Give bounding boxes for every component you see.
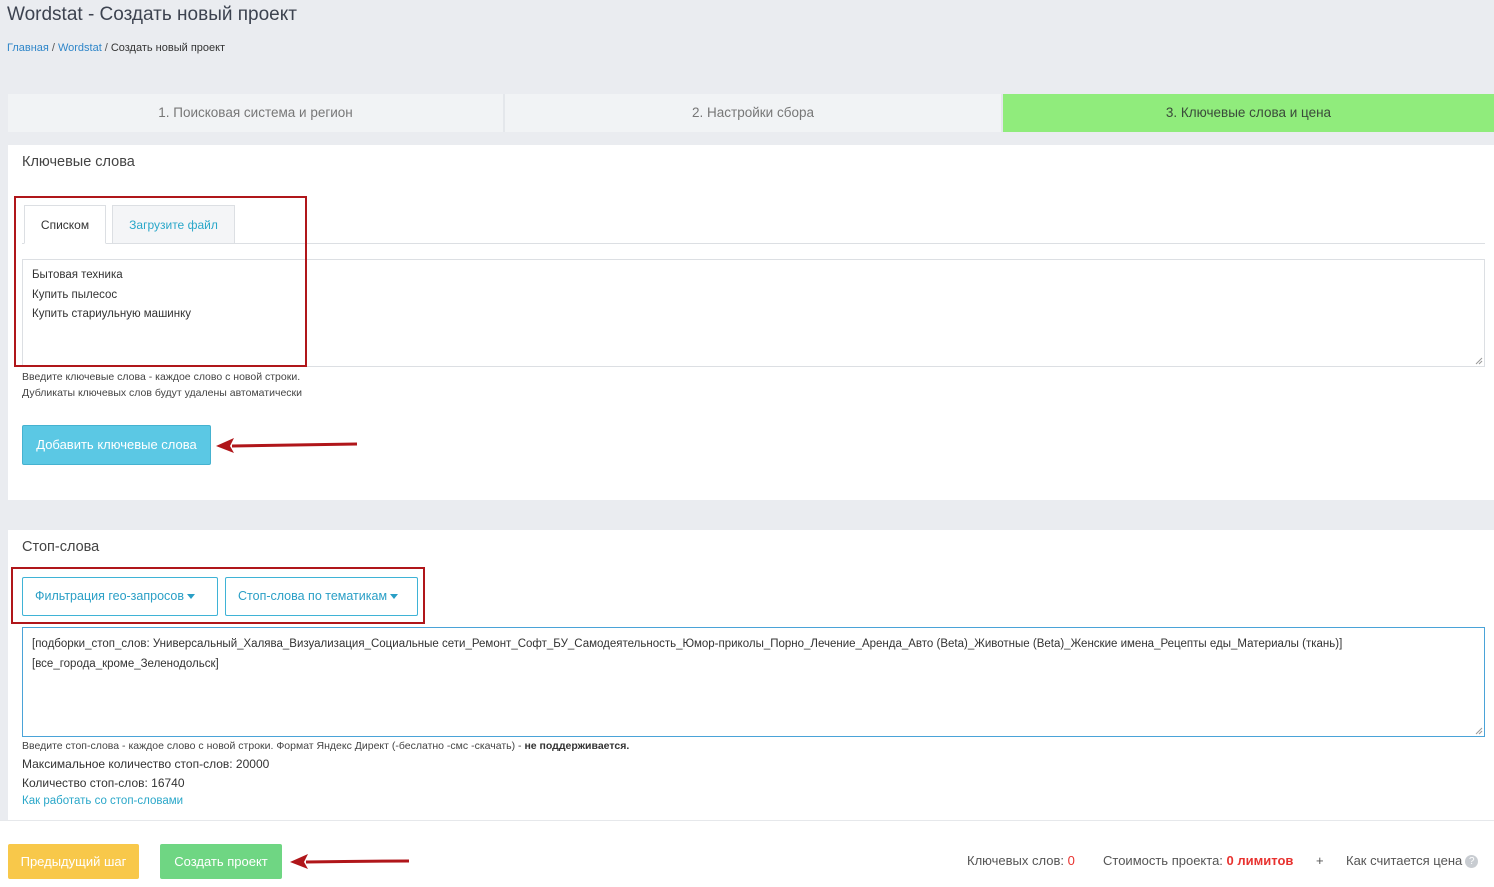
project-cost-label: Стоимость проекта: (1103, 853, 1223, 868)
help-icon[interactable]: ? (1465, 855, 1479, 869)
step-collection-settings[interactable]: 2. Настройки сбора (505, 94, 1003, 132)
keywords-count-stat: Ключевых слов: 0 (967, 853, 1075, 868)
stopword-line: [подборки_стоп_слов: Универсальный_Халяв… (32, 638, 1343, 650)
stopwords-count: Количество стоп-слов: 16740 (22, 776, 185, 790)
stopwords-help-text: Введите стоп-слова - каждое слово с ново… (22, 740, 522, 752)
annotation-box-keywords (14, 196, 307, 367)
stopwords-howto-link[interactable]: Как работать со стоп-словами (22, 795, 183, 807)
keywords-count-value: 0 (1067, 853, 1075, 868)
annotation-arrow-icon (290, 854, 410, 869)
stopword-line: [все_города_кроме_Зеленодольск] (32, 657, 219, 670)
add-limits-icon[interactable]: + (1316, 853, 1324, 868)
price-info-label: Как считается цена (1346, 853, 1463, 868)
stopwords-help-bold: не поддерживается. (524, 740, 630, 752)
breadcrumb-separator: / (104, 42, 108, 54)
project-cost-stat: Стоимость проекта: 0 лимитов (1103, 853, 1293, 868)
breadcrumb: Главная / Wordstat / Создать новый проект (7, 42, 225, 54)
create-project-button[interactable]: Создать проект (160, 844, 282, 879)
resize-grip-icon[interactable] (1474, 356, 1483, 365)
breadcrumb-wordstat-link[interactable]: Wordstat (58, 42, 102, 54)
step-keywords-price[interactable]: 3. Ключевые слова и цена (1003, 94, 1494, 132)
annotation-box-stopword-filters (11, 567, 425, 624)
stopwords-help: Введите стоп-слова - каждое слово с ново… (22, 740, 629, 752)
stopwords-section-title: Стоп-слова (22, 539, 100, 555)
breadcrumb-separator: / (51, 42, 55, 54)
keywords-count-label: Ключевых слов: (967, 853, 1064, 868)
keywords-help-line1: Введите ключевые слова - каждое слово с … (22, 371, 301, 383)
stopwords-textarea[interactable]: [подборки_стоп_слов: Универсальный_Халяв… (22, 627, 1485, 737)
wizard-steps: 1. Поисковая система и регион 2. Настрой… (8, 94, 1494, 132)
breadcrumb-home-link[interactable]: Главная (7, 42, 49, 54)
keywords-section-title: Ключевые слова (22, 154, 135, 170)
keywords-help-line2: Дубликаты ключевых слов будут удалены ав… (22, 387, 302, 399)
previous-step-button[interactable]: Предыдущий шаг (8, 844, 139, 879)
step-search-engine[interactable]: 1. Поисковая система и регион (8, 94, 505, 132)
page-title: Wordstat - Создать новый проект (7, 4, 297, 25)
project-cost-value: 0 лимитов (1226, 853, 1294, 868)
stopwords-max-count: Максимальное количество стоп-слов: 20000 (22, 757, 270, 771)
price-info-link[interactable]: Как считается цена? (1346, 853, 1479, 869)
breadcrumb-current: Создать новый проект (110, 42, 226, 54)
annotation-arrow-icon (216, 438, 358, 453)
resize-grip-icon[interactable] (1474, 726, 1483, 735)
add-keywords-button[interactable]: Добавить ключевые слова (22, 425, 211, 465)
